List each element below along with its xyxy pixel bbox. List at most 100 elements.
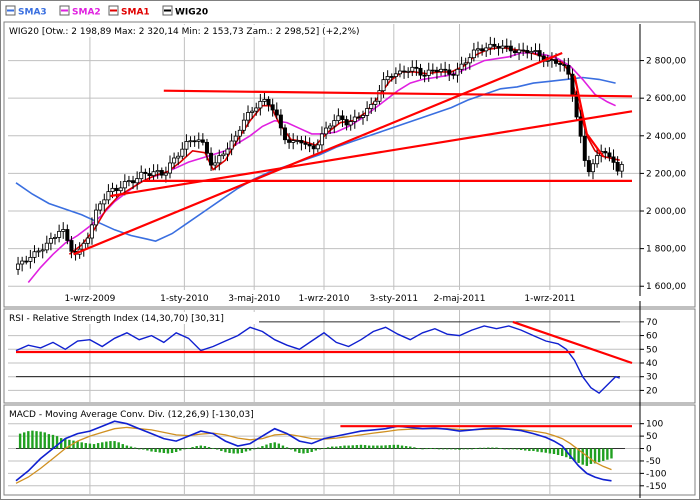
macd-histogram-bar	[187, 448, 190, 449]
candle-body	[336, 115, 341, 122]
chart-svg: SMA3 SMA2 SMA1 WIG20 1 600,00 1 800,00 2 0…	[3, 5, 696, 498]
macd-histogram-bar	[31, 430, 34, 449]
candle-body	[114, 187, 119, 192]
macd-histogram-bar	[417, 448, 420, 449]
candle-body	[361, 115, 366, 118]
candle-body	[85, 237, 90, 244]
macd-histogram-bar	[478, 447, 482, 449]
candle-body	[131, 180, 136, 184]
macd-histogram-bar	[458, 448, 461, 450]
candle-body	[122, 181, 127, 189]
macd-histogram-bar	[597, 448, 601, 463]
macd-histogram-bar	[92, 444, 96, 449]
candle-body	[324, 127, 329, 135]
candle-body	[196, 139, 201, 142]
candle-body	[24, 260, 29, 263]
macd-histogram-bar	[96, 443, 100, 449]
macd-histogram-bar	[429, 448, 432, 449]
candle-body	[192, 140, 197, 143]
candle-body	[20, 260, 25, 265]
candle-body	[282, 127, 287, 141]
candle-body	[422, 74, 427, 77]
macd-panel-title: MACD - Moving Average Conv. Div. (12,26,…	[9, 410, 254, 420]
legend-item-sma3[interactable]: SMA3	[5, 5, 47, 18]
macd-histogram-bar	[269, 443, 272, 449]
candle-body	[484, 47, 489, 52]
candle-body	[611, 156, 616, 163]
macd-histogram-bar	[339, 446, 342, 449]
macd-histogram-bar	[454, 448, 457, 450]
candle-body	[61, 229, 66, 232]
candle-body	[434, 69, 439, 72]
candle-body	[455, 68, 460, 76]
candle-body	[340, 115, 345, 120]
y-tick-label: 2 000,00	[646, 207, 686, 217]
macd-histogram-bar	[285, 447, 289, 449]
candle-body	[143, 171, 148, 174]
candle-body	[496, 45, 501, 49]
x-tick-label: 1-wrz-2009	[64, 294, 115, 304]
macd-histogram-bar	[199, 445, 202, 449]
macd-histogram-bar	[257, 447, 260, 449]
macd-histogram-bar	[310, 448, 313, 453]
legend-label-sma1: SMA1	[121, 8, 150, 18]
macd-histogram-bar	[158, 448, 161, 453]
sma3-line	[15, 76, 616, 242]
macd-histogram-bar	[413, 447, 416, 449]
x-tick-label: 3-sty-2011	[370, 294, 419, 304]
candle-body	[467, 57, 472, 64]
candle-body	[262, 98, 267, 102]
macd-histogram-bar	[335, 446, 338, 449]
candle-body	[16, 263, 21, 270]
candle-body	[488, 43, 493, 49]
macd-histogram-bar	[532, 448, 535, 452]
sma2-line	[27, 52, 616, 284]
candle-body	[167, 162, 172, 174]
macd-histogram-bar	[388, 445, 391, 449]
macd-histogram-bar	[536, 448, 539, 452]
candle-body	[102, 199, 107, 205]
candle-body	[278, 114, 283, 129]
candle-body	[274, 109, 279, 116]
y-tick-label: 1 800,00	[646, 245, 686, 255]
macd-histogram-bar	[552, 448, 556, 454]
macd-histogram-bar	[129, 446, 133, 449]
candle-body	[217, 155, 222, 164]
legend-item-wig20[interactable]: WIG20	[162, 5, 208, 18]
y-tick-label: -150	[646, 482, 667, 492]
legend-item-sma1[interactable]: SMA1	[108, 5, 150, 18]
candle-body	[291, 140, 296, 143]
candle-body	[356, 116, 361, 119]
rsi-panel-title: RSI - Relative Strength Index (14,30,70)…	[9, 314, 224, 324]
candle-body	[533, 50, 538, 52]
legend-item-sma2[interactable]: SMA2	[59, 5, 101, 18]
macd-histogram-bar	[117, 442, 120, 449]
candle-body	[393, 73, 398, 77]
candle-body	[110, 187, 115, 193]
macd-histogram-bar	[441, 448, 445, 450]
macd-line	[15, 420, 612, 482]
macd-histogram-bar	[228, 448, 231, 454]
y-tick-label: 20	[646, 386, 658, 396]
macd-histogram-bar	[474, 448, 478, 449]
macd-histogram-bar	[121, 444, 124, 449]
candle-body	[414, 66, 419, 69]
macd-histogram-bar	[396, 444, 400, 449]
macd-histogram-bar	[240, 448, 244, 454]
candle-body	[176, 155, 181, 159]
candle-body	[369, 103, 374, 109]
macd-histogram-bar	[602, 448, 605, 461]
candle-body	[406, 70, 411, 73]
macd-histogram-bar	[51, 434, 55, 449]
macd-histogram-bar	[191, 447, 194, 449]
candle-body	[65, 229, 70, 241]
macd-histogram-bar	[281, 445, 285, 449]
candle-body	[459, 63, 464, 70]
macd-histogram-bar	[138, 448, 141, 450]
candle-body	[311, 145, 316, 150]
macd-histogram-bar	[343, 445, 346, 449]
legend-label-sma2: SMA2	[72, 8, 101, 18]
x-tick-label: 1-wrz-2010	[299, 294, 350, 304]
candle-body	[332, 120, 337, 127]
y-tick-label: 50	[646, 345, 658, 355]
